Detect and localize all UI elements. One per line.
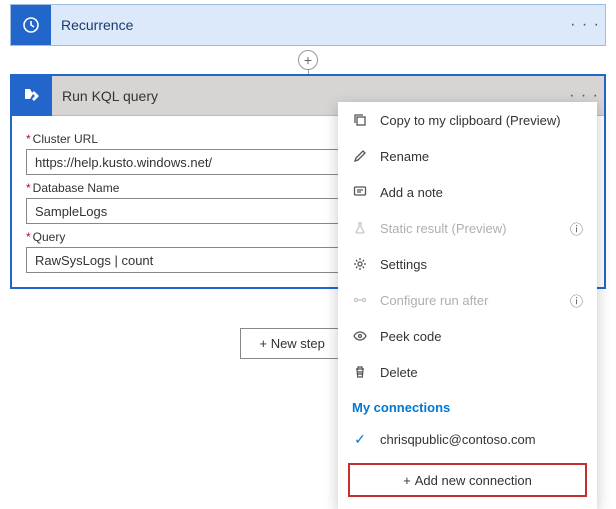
note-icon — [352, 184, 368, 200]
menu-copy[interactable]: Copy to my clipboard (Preview) — [338, 102, 597, 138]
recurrence-header: Recurrence · · · — [11, 5, 605, 45]
trash-icon — [352, 364, 368, 380]
pencil-icon — [352, 148, 368, 164]
menu-settings[interactable]: Settings — [338, 246, 597, 282]
eye-icon — [352, 328, 368, 344]
menu-delete[interactable]: Delete — [338, 354, 597, 390]
copy-icon — [352, 112, 368, 128]
context-menu: Copy to my clipboard (Preview) Rename Ad… — [338, 102, 597, 509]
menu-add-note[interactable]: Add a note — [338, 174, 597, 210]
gear-icon — [352, 256, 368, 272]
info-icon[interactable]: ⓘ — [570, 291, 583, 310]
recurrence-more-button[interactable]: · · · — [565, 16, 605, 34]
menu-configure-run-after: Configure run after ⓘ — [338, 282, 597, 318]
clock-icon — [11, 5, 51, 45]
plus-icon: + — [403, 473, 411, 488]
check-icon: ✓ — [352, 431, 368, 447]
menu-peek-code[interactable]: Peek code — [338, 318, 597, 354]
connections-header: My connections — [338, 390, 597, 421]
recurrence-step-card[interactable]: Recurrence · · · — [10, 4, 606, 46]
add-new-connection-button[interactable]: +Add new connection — [348, 463, 587, 497]
menu-static-result: Static result (Preview) ⓘ — [338, 210, 597, 246]
connection-item[interactable]: ✓ chrisqpublic@contoso.com — [338, 421, 597, 457]
menu-rename[interactable]: Rename — [338, 138, 597, 174]
insert-step-button[interactable]: + — [298, 50, 318, 70]
flow-icon — [352, 292, 368, 308]
kql-icon — [12, 76, 52, 116]
flask-icon — [352, 220, 368, 236]
info-icon[interactable]: ⓘ — [570, 219, 583, 238]
new-step-button[interactable]: + New step — [240, 328, 343, 359]
recurrence-title: Recurrence — [51, 17, 565, 33]
